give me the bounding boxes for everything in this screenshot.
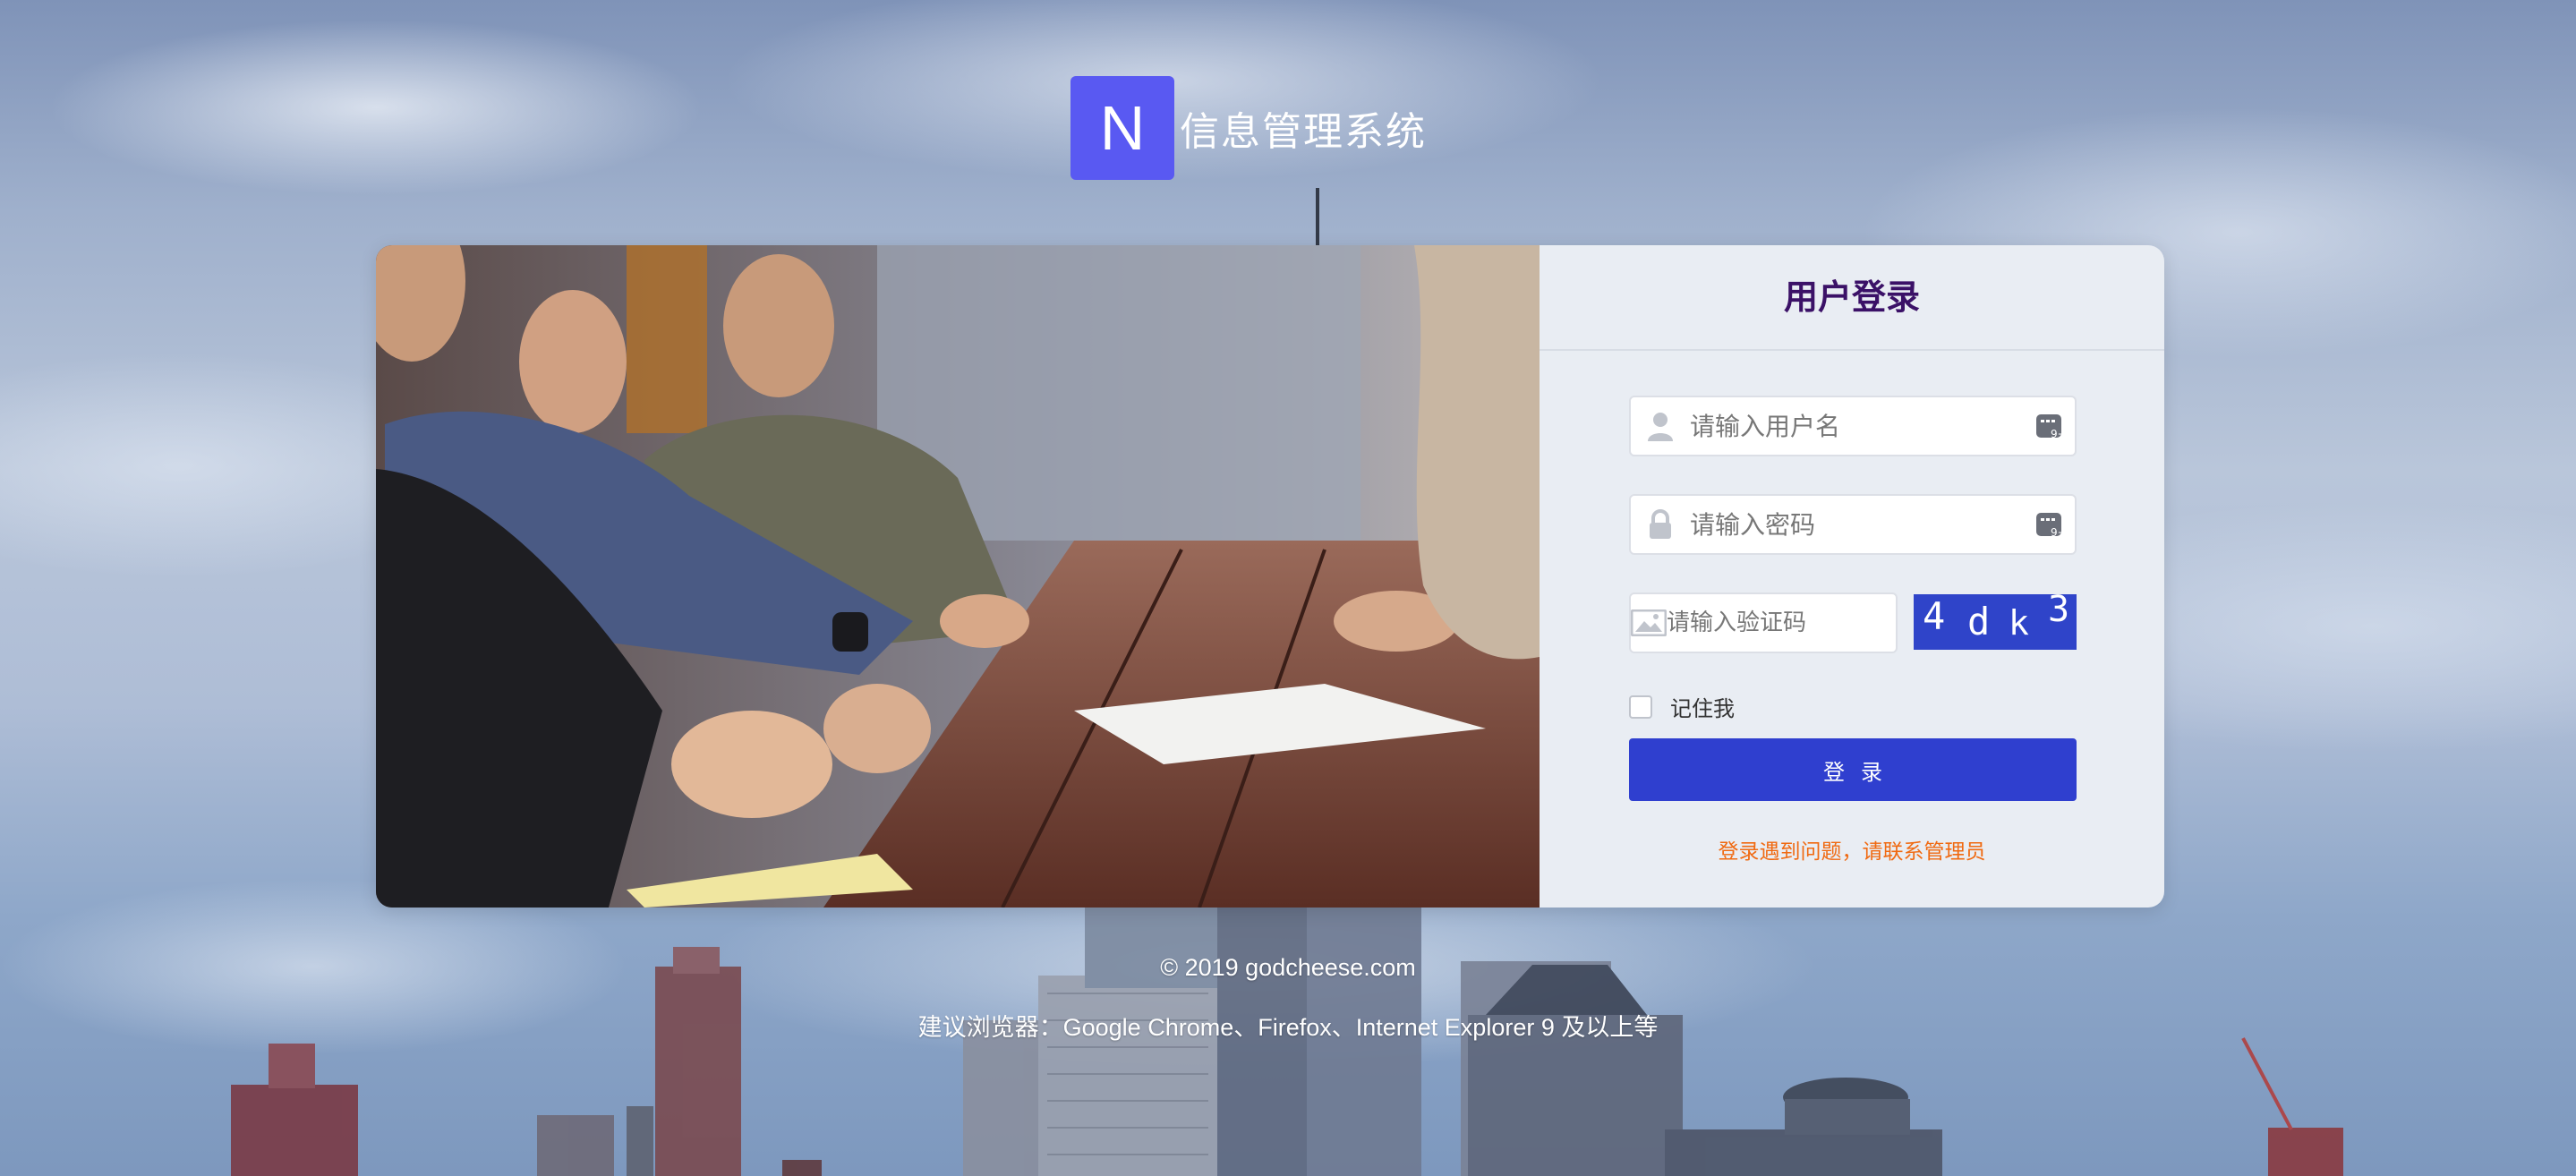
svg-text:9+: 9+	[2051, 526, 2066, 539]
captcha-field[interactable]: 9+	[1629, 592, 1987, 653]
remember-me[interactable]: 记住我	[1629, 691, 1735, 722]
app-logo: N 信息管理系统	[1070, 76, 1427, 180]
captcha-char: 3	[2048, 589, 2070, 630]
captcha-char: k	[2009, 603, 2029, 643]
keyboard-badge-icon[interactable]: 9+	[2026, 397, 2075, 455]
meeting-photo	[376, 245, 1540, 908]
captcha-image[interactable]: 4 d k 3	[1914, 589, 2077, 650]
meeting-photo-illustration	[376, 245, 1540, 908]
password-field[interactable]: 9+	[1629, 494, 2077, 555]
footer-browser-hint: 建议浏览器：Google Chrome、Firefox、Internet Exp…	[917, 1014, 1659, 1041]
keyboard-badge-icon[interactable]: 9+	[2026, 496, 2075, 553]
svg-text:9+: 9+	[2051, 428, 2066, 440]
lock-icon	[1631, 496, 1690, 553]
username-input[interactable]	[1690, 399, 2026, 453]
user-icon	[1631, 397, 1690, 455]
image-icon	[1631, 594, 1667, 652]
login-button[interactable]: 登录	[1629, 738, 2077, 801]
help-link[interactable]: 登录遇到问题，请联系管理员	[1540, 834, 2164, 865]
footer-copyright: © 2019 godcheese.com	[1160, 954, 1416, 981]
logo-mark: N	[1070, 76, 1174, 180]
captcha-char: 4	[1923, 594, 1946, 638]
remember-label: 记住我	[1670, 696, 1735, 721]
app-title: 信息管理系统	[1180, 109, 1427, 155]
captcha-char: d	[1967, 600, 1991, 643]
password-input[interactable]	[1690, 498, 2026, 551]
login-card: 用户登录 9+ 9+	[376, 245, 2164, 908]
login-panel: 用户登录 9+ 9+	[1540, 245, 2164, 908]
username-field[interactable]: 9+	[1629, 396, 2077, 456]
login-heading: 用户登录	[1540, 245, 2164, 351]
remember-checkbox[interactable]	[1629, 695, 1652, 719]
